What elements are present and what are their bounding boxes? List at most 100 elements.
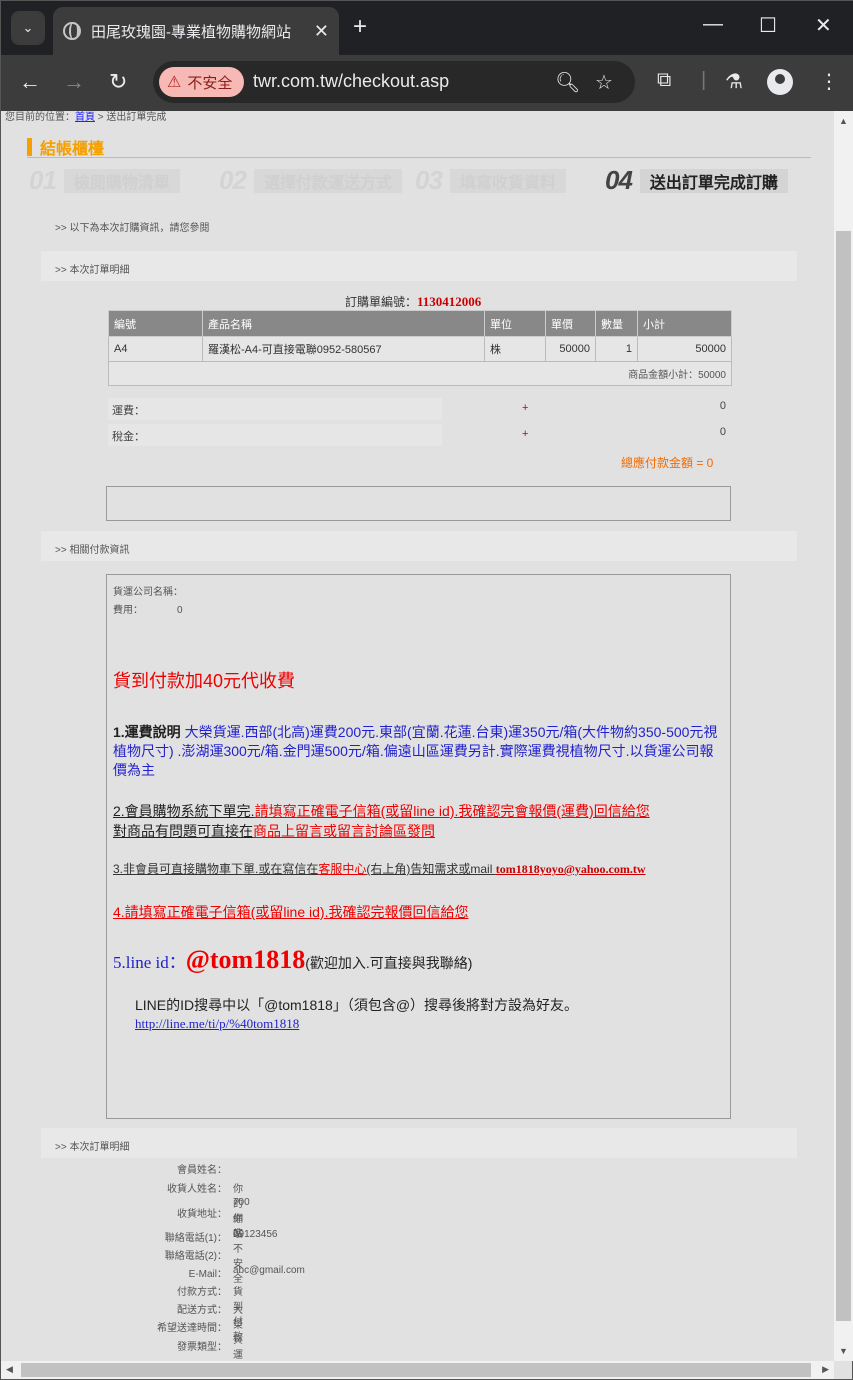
table-row: A4 羅漢松-A4-可直接電聯0952-580567 株 50000 1 500…	[108, 336, 732, 362]
tab-close-icon[interactable]: ✕	[314, 21, 329, 42]
warning-icon: ⚠	[167, 74, 182, 91]
step-number: 03	[415, 165, 443, 195]
cell-qty: 1	[595, 336, 638, 362]
new-tab-button[interactable]: +	[353, 13, 367, 41]
carrier-label: 貨運公司名稱：	[113, 587, 183, 598]
title-accent-bar	[27, 138, 32, 156]
breadcrumb-home-link[interactable]: 首頁	[75, 112, 95, 123]
guest-note: 3.非會員可直接購物車下單.或在寫信在客服中心(右上角)告知需求或mail to…	[113, 860, 646, 877]
checkout-steps: 01 檢閱購物清單 02 選擇付款運送方式 03 填寫收貨資料 04 送出訂單完…	[29, 165, 789, 195]
scroll-left-arrow-icon[interactable]: ◀	[6, 1364, 13, 1375]
reload-button[interactable]: ↻	[109, 69, 127, 95]
customer-service-link[interactable]: 客服中心	[318, 862, 366, 876]
email-link[interactable]: tom1818yoyo@yahoo.com.tw	[496, 862, 646, 876]
scroll-up-arrow-icon[interactable]: ▲	[839, 116, 848, 126]
page-content: 您目前的位置：首頁 > 送出訂單完成 結帳櫃檯 01 檢閱購物清單 02 選擇付…	[1, 111, 834, 1361]
order-notice: >> 以下為本次訂購資訊，請您參閱	[55, 223, 210, 234]
fee-line-label: 費用：	[113, 605, 143, 616]
line-id-value: @tom1818	[185, 945, 306, 974]
cell-product-name: 羅漢松-A4-可直接電聯0952-580567	[202, 336, 485, 362]
col-header: 產品名稱	[202, 310, 485, 337]
fee-value: 0	[719, 400, 726, 412]
bookmark-star-icon[interactable]: ☆	[595, 70, 613, 95]
grand-total: 總應付款金額 = 0	[621, 456, 714, 470]
detail-value: 09123456	[233, 1229, 278, 1240]
menu-kebab-icon[interactable]: ⋮	[819, 69, 839, 94]
tab-title: 田尾玫瑰園-專業植物購物網站	[91, 23, 291, 41]
col-header: 編號	[108, 310, 203, 337]
browser-window: ⌄ 田尾玫瑰園-專業植物購物網站 ✕ + — ☐ ✕ ← → ↻ ⚠ 不安全 t…	[0, 0, 853, 1380]
member-note: 2.會員購物系統下單完.請填寫正確電子信箱(或留line id).我確認完會報價…	[113, 801, 725, 841]
guest-note-text: 3.非會員可直接購物車下單.或在寫信在	[113, 862, 319, 876]
address-bar[interactable]: ⚠ 不安全 twr.com.tw/checkout.asp 🔍︎ ☆	[153, 61, 635, 103]
detail-value: 大榮貨運	[233, 1305, 243, 1361]
fee-line-value: 0	[177, 605, 183, 616]
not-secure-chip[interactable]: ⚠ 不安全	[159, 67, 245, 97]
detail-key: E-Mail：	[188, 1269, 227, 1280]
line-id-suffix: (歡迎加入.可直接與我聯絡)	[305, 955, 473, 971]
message-board-link[interactable]: 商品上留言或留言討論區發問	[253, 823, 435, 839]
step-number: 01	[29, 165, 57, 195]
detail-key: 聯絡電話(2)：	[164, 1251, 227, 1262]
tab-bar: ⌄ 田尾玫瑰園-專業植物購物網站 ✕ + — ☐ ✕	[1, 1, 853, 55]
table-header-row: 編號 產品名稱 單位 單價 數量 小計	[108, 310, 732, 337]
vertical-scrollbar[interactable]: ▲ ▼	[834, 111, 853, 1361]
scroll-thumb[interactable]	[836, 231, 851, 1321]
detail-key: 收貨地址：	[177, 1209, 227, 1220]
step-1: 01 檢閱購物清單	[29, 165, 180, 196]
fee-label: 運費：	[112, 405, 145, 417]
browser-toolbar: ← → ↻ ⚠ 不安全 twr.com.tw/checkout.asp 🔍︎ ☆…	[1, 55, 853, 111]
step-2: 02 選擇付款運送方式	[219, 165, 402, 196]
fee-line: 費用： 0	[113, 601, 724, 616]
guest-note-mid: (右上角)告知需求或mail	[366, 862, 496, 876]
shipping-fee-row: 運費： + 0	[108, 398, 732, 420]
toolbar-divider: |	[701, 69, 707, 91]
scroll-down-arrow-icon[interactable]: ▼	[839, 1346, 848, 1356]
tab-search-button[interactable]: ⌄	[11, 11, 45, 45]
detail-key: 配送方式：	[177, 1305, 227, 1316]
detail-key: 希望送達時間：	[157, 1323, 227, 1334]
detail-key: 會員姓名：	[177, 1165, 227, 1176]
profile-avatar[interactable]	[767, 69, 793, 95]
forward-button[interactable]: →	[63, 69, 85, 95]
shipping-note-text: 大榮貨運.西部(北高)運費200元.東部(宜蘭.花蓮.台東)運350元/箱(大件…	[113, 724, 718, 778]
email-note: 4.請填寫正確電子信箱(或留line id).我確認完報價回信給您	[113, 904, 469, 920]
order-number: 訂購單編號：1130412006	[345, 293, 481, 310]
step-3: 03 填寫收貨資料	[415, 165, 566, 196]
fee-label-bg	[108, 424, 442, 446]
step-label: 檢閱購物清單	[63, 168, 180, 193]
h-scroll-thumb[interactable]	[21, 1363, 811, 1377]
cell-price: 50000	[545, 336, 596, 362]
col-header: 單價	[545, 310, 596, 337]
line-id-note: 5.line id：@tom1818(歡迎加入.可直接與我聯絡)	[113, 945, 472, 975]
globe-icon	[63, 22, 81, 40]
back-button[interactable]: ←	[19, 69, 41, 95]
cell-code: A4	[108, 336, 203, 362]
member-note-text-2: 對商品有問題可直接在	[113, 823, 253, 839]
col-header: 單位	[484, 310, 546, 337]
scroll-right-arrow-icon[interactable]: ▶	[822, 1364, 829, 1375]
horizontal-scrollbar[interactable]: ◀ ▶	[1, 1361, 834, 1379]
fee-sign: +	[522, 428, 529, 440]
maximize-button[interactable]: ☐	[759, 13, 777, 38]
order-band: >> 本次訂單明細	[41, 251, 797, 281]
detail-key: 付款方式：	[177, 1287, 227, 1298]
labs-flask-icon[interactable]: ⚗	[725, 69, 743, 94]
fee-label-bg	[108, 398, 442, 420]
tab-active[interactable]: 田尾玫瑰園-專業植物購物網站 ✕	[53, 7, 339, 55]
line-add-link[interactable]: http://line.me/ti/p/%40tom1818	[135, 1016, 299, 1032]
cell-unit: 株	[484, 336, 546, 362]
step-label: 填寫收貨資料	[449, 168, 566, 193]
member-note-text: 2.會員購物系統下單完.	[113, 803, 255, 819]
close-window-button[interactable]: ✕	[815, 13, 832, 38]
member-note-highlight: 請填寫正確電子信箱(或留line id).我確認完會報價(運費)回信給您	[254, 803, 650, 819]
step-number: 02	[219, 165, 247, 195]
minimize-button[interactable]: —	[703, 13, 723, 36]
col-header: 小計	[637, 310, 732, 337]
extensions-icon[interactable]: ⧉	[657, 69, 671, 92]
breadcrumb-prefix: 您目前的位置：	[5, 112, 75, 123]
breadcrumb: 您目前的位置：首頁 > 送出訂單完成	[5, 111, 166, 123]
zoom-icon[interactable]: 🔍︎	[555, 70, 580, 95]
cod-notice: 貨到付款加40元代收費	[113, 671, 296, 691]
url-text[interactable]: twr.com.tw/checkout.asp	[253, 71, 449, 92]
